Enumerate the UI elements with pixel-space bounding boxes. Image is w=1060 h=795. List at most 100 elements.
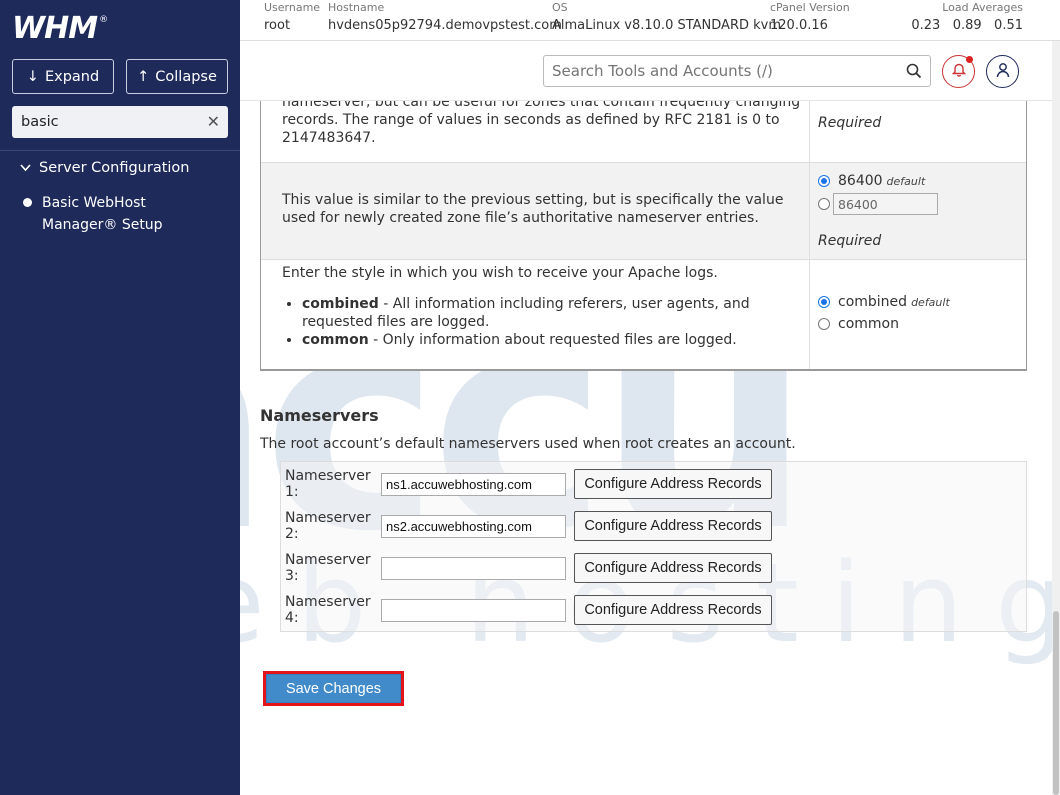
collapse-label: Collapse	[155, 68, 217, 85]
notifications-button[interactable]	[942, 55, 975, 88]
sidebar-divider	[0, 150, 240, 151]
cpanel-version-label: cPanel Version	[770, 1, 850, 14]
combined-option[interactable]: combined default	[818, 294, 950, 310]
expand-button[interactable]: ↓ Expand	[12, 59, 114, 94]
setting-control: 86400 default Required	[809, 163, 1026, 259]
hostname-label: Hostname	[328, 1, 385, 14]
term-common: common	[302, 332, 369, 348]
os-info: OS AlmaLinux v8.10.0 STANDARD kvm	[552, 0, 781, 37]
setting-description-text: This value is similar to the previous se…	[282, 192, 784, 226]
nameserver-4-input[interactable]	[381, 598, 566, 622]
user-icon	[996, 62, 1010, 82]
load-averages-value: 0.23 0.89 0.51	[911, 18, 1023, 33]
clear-icon[interactable]: ✕	[207, 112, 220, 131]
nameservers-heading: Nameservers	[260, 406, 379, 425]
configure-address-records-button-3[interactable]: Configure Address Records	[574, 553, 772, 583]
save-highlight-box: Save Changes	[263, 671, 404, 706]
common-option[interactable]: common	[818, 316, 899, 332]
term-common-text: - Only information about requested files…	[368, 332, 737, 348]
server-info-bar: Username root Hostname hvdens05p92794.de…	[240, 0, 1060, 41]
search-icon[interactable]	[906, 63, 922, 83]
whm-logo[interactable]: WHM ®	[12, 11, 109, 46]
custom-ttl-input[interactable]	[833, 193, 938, 215]
tools-search	[543, 55, 931, 87]
setting-row-apache-logs: Enter the style in which you wish to rec…	[261, 259, 1026, 369]
setting-description-text: nameserver, but can be useful for zones …	[282, 101, 801, 146]
list-item: common - Only information about requeste…	[302, 331, 809, 349]
save-changes-button[interactable]: Save Changes	[266, 674, 401, 703]
collapse-button[interactable]: ↑ Collapse	[126, 59, 228, 94]
setting-description: Enter the style in which you wish to rec…	[261, 260, 809, 369]
default-radio[interactable]	[818, 175, 830, 187]
default-value: 86400	[838, 173, 883, 189]
cpanel-version-info: cPanel Version 120.0.16	[770, 0, 850, 37]
chevron-down-icon	[20, 162, 31, 175]
arrow-down-icon: ↓	[26, 68, 39, 85]
nameserver-row-3: Nameserver 3: Configure Address Records	[285, 552, 772, 584]
cpanel-version-value: 120.0.16	[770, 18, 828, 33]
nameserver-2-label: Nameserver 2:	[285, 510, 371, 542]
os-value: AlmaLinux v8.10.0 STANDARD kvm	[552, 18, 782, 33]
custom-option	[818, 193, 938, 215]
os-label: OS	[552, 1, 568, 14]
setting-description: This value is similar to the previous se…	[261, 163, 809, 259]
term-combined: combined	[302, 296, 379, 312]
combined-radio[interactable]	[818, 296, 830, 308]
nameserver-row-2: Nameserver 2: Configure Address Records	[285, 510, 772, 542]
list-item: combined - All information including ref…	[302, 295, 809, 331]
default-option[interactable]: 86400 default	[818, 173, 925, 189]
hostname-info: Hostname hvdens05p92794.demovpstest.com	[328, 0, 562, 37]
logo-registered-mark: ®	[99, 15, 109, 25]
scrollbar-thumb[interactable]	[1053, 611, 1059, 795]
sidebar-item-basic-webhost-setup[interactable]: Basic WebHost Manager® Setup	[42, 192, 212, 236]
sidebar: WHM® ↓ Expand ↑ Collapse ✕ Server Config…	[0, 0, 240, 795]
sidebar-group-server-configuration[interactable]: Server Configuration	[20, 160, 190, 176]
bell-icon	[951, 62, 966, 81]
nameserver-row-4: Nameserver 4: Configure Address Records	[285, 594, 772, 626]
expand-label: Expand	[44, 68, 100, 85]
load-averages-label: Load Averages	[942, 1, 1023, 14]
log-style-list: combined - All information including ref…	[282, 295, 809, 349]
bullet-icon	[23, 198, 32, 207]
required-label: Required	[818, 233, 882, 249]
user-menu-button[interactable]	[986, 55, 1019, 88]
nameserver-3-label: Nameserver 3:	[285, 552, 371, 584]
nameservers-description: The root account’s default nameservers u…	[260, 436, 796, 452]
required-label: Required	[818, 115, 882, 131]
username-value: root	[264, 18, 291, 33]
main-content: accu web hosting nameserver, but can be …	[240, 101, 1052, 795]
load-averages-info: Load Averages 0.23 0.89 0.51	[911, 0, 1023, 37]
nameserver-1-input[interactable]	[381, 472, 566, 496]
custom-radio[interactable]	[818, 198, 830, 210]
page-scrollbar[interactable]	[1052, 41, 1060, 795]
nameserver-4-label: Nameserver 4:	[285, 594, 371, 626]
combined-label: combined	[838, 294, 908, 310]
common-label: common	[838, 316, 899, 332]
username-info: Username root	[264, 0, 320, 37]
configure-address-records-button-2[interactable]: Configure Address Records	[574, 511, 772, 541]
nameserver-2-input[interactable]	[381, 514, 566, 538]
hostname-value: hvdens05p92794.demovpstest.com	[328, 18, 562, 33]
sidebar-group-label: Server Configuration	[39, 160, 190, 176]
nameserver-1-label: Nameserver 1:	[285, 468, 371, 500]
setting-description-text: Enter the style in which you wish to rec…	[282, 265, 718, 281]
common-radio[interactable]	[818, 318, 830, 330]
setting-row-ns-ttl: This value is similar to the previous se…	[261, 162, 1026, 259]
nameservers-form: Nameserver 1: Configure Address Records …	[280, 461, 1027, 632]
setting-control: Required	[809, 101, 1026, 162]
settings-table: nameserver, but can be useful for zones …	[260, 101, 1027, 371]
tools-search-input[interactable]	[544, 56, 884, 86]
setting-description: nameserver, but can be useful for zones …	[261, 101, 809, 162]
username-label: Username	[264, 1, 321, 14]
default-tag: default	[886, 174, 926, 188]
notification-dot	[966, 56, 973, 63]
sidebar-search: ✕	[12, 106, 228, 138]
configure-address-records-button-1[interactable]: Configure Address Records	[574, 469, 772, 499]
setting-control: combined default common	[809, 260, 1026, 369]
nameserver-3-input[interactable]	[381, 556, 566, 580]
default-tag: default	[911, 295, 950, 309]
arrow-up-icon: ↑	[137, 68, 150, 85]
nameserver-row-1: Nameserver 1: Configure Address Records	[285, 468, 772, 500]
sidebar-search-input[interactable]	[12, 114, 192, 130]
configure-address-records-button-4[interactable]: Configure Address Records	[574, 595, 772, 625]
